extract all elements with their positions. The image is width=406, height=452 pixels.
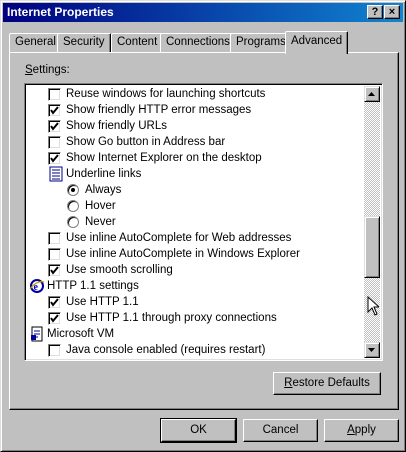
- setting-label: HTTP 1.1 settings: [47, 280, 139, 292]
- advanced-tab-panel: Settings: Reuse windows for launching sh…: [9, 52, 399, 410]
- checkbox-checked[interactable]: [48, 104, 61, 117]
- setting-label: Java console enabled (requires restart): [66, 344, 266, 356]
- checkbox-unchecked[interactable]: [48, 232, 61, 245]
- ok-button[interactable]: OK: [160, 418, 237, 443]
- setting-label: Never: [85, 216, 116, 228]
- setting-label: Hover: [85, 200, 116, 212]
- check-mark-icon: [50, 314, 59, 323]
- cancel-button[interactable]: Cancel: [243, 419, 318, 442]
- radio-hover[interactable]: Hover: [27, 198, 364, 214]
- checkbox-checked[interactable]: [48, 264, 61, 277]
- checkbox-use-smooth-scrolling[interactable]: Use smooth scrolling: [27, 262, 364, 278]
- setting-label: Show friendly URLs: [66, 120, 167, 132]
- checkbox-checked[interactable]: [48, 312, 61, 325]
- checkbox-use-inline-autocomplete-for-web-addresses[interactable]: Use inline AutoComplete for Web addresse…: [27, 230, 364, 246]
- radio-dot-icon: [71, 188, 75, 192]
- checkbox-show-internet-explorer-on-the-desktop[interactable]: Show Internet Explorer on the desktop: [27, 150, 364, 166]
- setting-label: Use HTTP 1.1: [66, 296, 139, 308]
- tab-connections[interactable]: Connections: [160, 33, 236, 52]
- settings-list[interactable]: Reuse windows for launching shortcuts Sho…: [24, 83, 383, 361]
- radio-selected[interactable]: [67, 184, 79, 196]
- checkbox-unchecked[interactable]: [48, 248, 61, 261]
- tab-security[interactable]: Security: [57, 33, 111, 52]
- apply-button[interactable]: Apply: [324, 419, 399, 442]
- checkbox-use-http-1-1-through-proxy-connections[interactable]: Use HTTP 1.1 through proxy connections: [27, 310, 364, 326]
- check-mark-icon: [50, 298, 59, 307]
- radio-always[interactable]: Always: [27, 182, 364, 198]
- checkbox-unchecked[interactable]: [48, 344, 61, 357]
- down-arrow-icon: [368, 348, 375, 352]
- checkbox-java-console-enabled-requires-restart[interactable]: Java console enabled (requires restart): [27, 342, 364, 358]
- setting-label: Always: [85, 184, 122, 196]
- setting-label: Underline links: [66, 168, 142, 180]
- settings-items: Reuse windows for launching shortcuts Sho…: [27, 86, 364, 358]
- settings-group-underline-links: Underline links: [27, 166, 364, 182]
- window-title: Internet Properties: [7, 5, 114, 19]
- setting-label: Use inline AutoComplete in Windows Explo…: [66, 248, 300, 260]
- vertical-scrollbar[interactable]: [364, 86, 380, 358]
- internet-explorer-icon: e: [29, 278, 45, 294]
- mouse-pointer-icon: [367, 296, 379, 316]
- checkbox-use-http-1-1[interactable]: Use HTTP 1.1: [27, 294, 364, 310]
- tab-advanced[interactable]: Advanced: [285, 31, 349, 54]
- setting-label: Use smooth scrolling: [66, 264, 173, 276]
- check-mark-icon: [50, 154, 59, 163]
- checkbox-unchecked[interactable]: [48, 136, 61, 149]
- setting-label: Show Go button in Address bar: [66, 136, 226, 148]
- checkbox-show-go-button-in-address-bar[interactable]: Show Go button in Address bar: [27, 134, 364, 150]
- settings-group-microsoft-vm: Microsoft VM: [27, 326, 364, 342]
- checkbox-unchecked[interactable]: [48, 88, 61, 101]
- checkbox-show-friendly-http-error-messages[interactable]: Show friendly HTTP error messages: [27, 102, 364, 118]
- help-button[interactable]: ?: [367, 5, 383, 19]
- checkbox-show-friendly-urls[interactable]: Show friendly URLs: [27, 118, 364, 134]
- up-arrow-icon: [368, 92, 375, 96]
- check-mark-icon: [50, 266, 59, 275]
- close-button[interactable]: ×: [384, 5, 400, 19]
- settings-label: Settings:: [25, 64, 70, 76]
- tab-programs[interactable]: Programs: [230, 33, 292, 52]
- check-mark-icon: [50, 122, 59, 131]
- tab-content[interactable]: Content: [111, 33, 164, 52]
- scroll-up-button[interactable]: [364, 86, 380, 102]
- checkbox-reuse-windows-for-launching-shortcuts[interactable]: Reuse windows for launching shortcuts: [27, 86, 364, 102]
- setting-label: Use inline AutoComplete for Web addresse…: [66, 232, 292, 244]
- setting-label: Microsoft VM: [47, 328, 115, 340]
- restore-defaults-button[interactable]: Restore Defaults: [273, 372, 381, 395]
- radio-never[interactable]: Never: [27, 214, 364, 230]
- checkbox-checked[interactable]: [48, 296, 61, 309]
- title-bar[interactable]: Internet Properties: [3, 3, 403, 22]
- scrollbar-thumb[interactable]: [364, 216, 380, 278]
- check-mark-icon: [50, 106, 59, 115]
- tab-general[interactable]: General: [9, 33, 62, 52]
- checkbox-use-inline-autocomplete-in-windows-explorer[interactable]: Use inline AutoComplete in Windows Explo…: [27, 246, 364, 262]
- setting-label: Reuse windows for launching shortcuts: [66, 88, 266, 100]
- radio-unselected[interactable]: [67, 216, 79, 228]
- checkbox-checked[interactable]: [48, 152, 61, 165]
- scroll-down-button[interactable]: [364, 342, 380, 358]
- list-settings-icon: [48, 166, 64, 182]
- checkbox-checked[interactable]: [48, 120, 61, 133]
- radio-unselected[interactable]: [67, 200, 79, 212]
- java-document-icon: [29, 326, 45, 342]
- setting-label: Show friendly HTTP error messages: [66, 104, 252, 116]
- settings-group-http-1-1-settings: e HTTP 1.1 settings: [27, 278, 364, 294]
- setting-label: Show Internet Explorer on the desktop: [66, 152, 262, 164]
- setting-label: Use HTTP 1.1 through proxy connections: [66, 312, 277, 324]
- internet-properties-window: Internet Properties ? × General Security…: [0, 0, 406, 452]
